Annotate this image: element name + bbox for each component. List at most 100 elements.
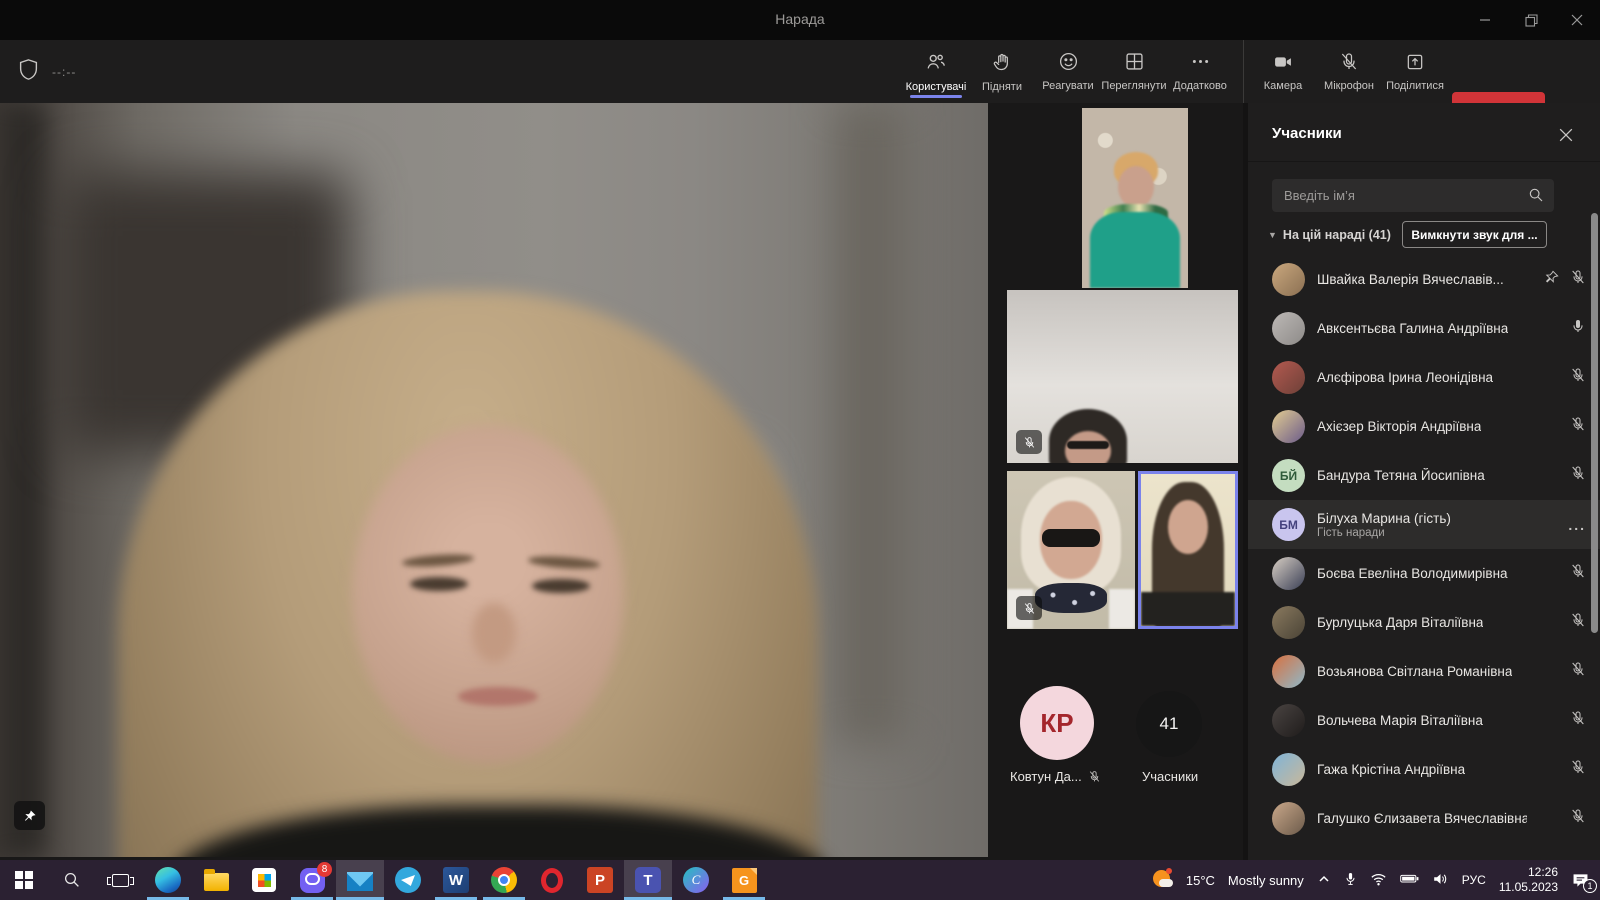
restore-button[interactable]	[1508, 0, 1554, 40]
search-taskbar-button[interactable]	[48, 860, 96, 900]
smiley-icon	[1058, 51, 1079, 77]
active-speaker-video-tile[interactable]	[1138, 471, 1238, 629]
canva-icon: C	[683, 867, 709, 893]
mute-all-button[interactable]: Вимкнути звук для ...	[1402, 221, 1547, 248]
close-window-button[interactable]	[1554, 0, 1600, 40]
weather-temperature[interactable]: 15°C	[1186, 873, 1215, 888]
mic-off-icon[interactable]	[1570, 710, 1586, 731]
overflow-participant-avatar[interactable]: КР	[1020, 686, 1094, 760]
mic-off-icon[interactable]	[1570, 661, 1586, 682]
pin-icon	[24, 809, 36, 821]
participant-avatar	[1272, 312, 1305, 345]
teams-taskbar-button[interactable]: T	[624, 860, 672, 900]
clock[interactable]: 12:26 11.05.2023	[1499, 865, 1558, 895]
pinned-indicator-button[interactable]	[14, 801, 45, 830]
participant-row[interactable]: Гажа Крістіна Андріївна	[1248, 745, 1600, 794]
participant-row[interactable]: Швайка Валерія Вячеславів...	[1248, 255, 1600, 304]
toolbar-tab-додатково[interactable]: Додатково	[1167, 40, 1233, 103]
participant-row[interactable]: Ахієзер Вікторія Андріївна	[1248, 402, 1600, 451]
more-options-icon[interactable]: ...	[1568, 517, 1586, 533]
search-input[interactable]	[1284, 179, 1514, 212]
close-icon	[1571, 14, 1583, 26]
main-video-tile[interactable]	[0, 103, 988, 857]
language-indicator[interactable]: РУС	[1462, 873, 1486, 887]
in-meeting-section-header[interactable]: ▼ На цій нараді (41)	[1268, 228, 1391, 242]
notification-center-button[interactable]: 1	[1571, 872, 1597, 893]
toolbar-tab-підняти[interactable]: Підняти	[969, 40, 1035, 103]
participant-row[interactable]: Вольчева Марія Віталіївна	[1248, 696, 1600, 745]
mic-off-icon[interactable]	[1570, 416, 1586, 437]
opera-taskbar-button[interactable]	[528, 860, 576, 900]
file-explorer-taskbar-button[interactable]	[192, 860, 240, 900]
participant-avatar	[1272, 410, 1305, 443]
grid-icon	[1124, 51, 1145, 77]
participant-row[interactable]: Боєва Евеліна Володимирівна	[1248, 549, 1600, 598]
close-panel-button[interactable]	[1552, 121, 1580, 149]
mic-off-icon[interactable]	[1570, 465, 1586, 486]
device-label: Мікрофон	[1324, 80, 1374, 92]
powerpoint-icon: P	[587, 867, 613, 893]
tray-battery-icon[interactable]	[1400, 872, 1419, 888]
muted-mic-overlay	[1016, 430, 1042, 454]
mic-off-icon[interactable]	[1570, 808, 1586, 829]
mic-off-icon[interactable]	[1570, 759, 1586, 780]
mail-taskbar-button[interactable]	[336, 860, 384, 900]
participant-row[interactable]: БЙ Бандура Тетяна Йосипівна	[1248, 451, 1600, 500]
pdf-app-taskbar-button[interactable]: G	[720, 860, 768, 900]
chrome-icon	[491, 867, 517, 893]
tray-volume-icon[interactable]	[1432, 872, 1449, 889]
toolbar-tab-переглянути[interactable]: Переглянути	[1101, 40, 1167, 103]
minimize-button[interactable]	[1462, 0, 1508, 40]
microsoft-store-taskbar-button[interactable]	[240, 860, 288, 900]
toolbar-tab-користувачі[interactable]: Користувачі	[903, 40, 969, 103]
device-label: Поділитися	[1386, 79, 1444, 92]
system-tray: 15°C Mostly sunny РУС 12:26 11.05.2023 1	[1152, 860, 1600, 900]
task-view-taskbar-button[interactable]	[96, 860, 144, 900]
camera-toggle-button[interactable]: Камера	[1250, 40, 1316, 103]
word-taskbar-button[interactable]: W	[432, 860, 480, 900]
tray-wifi-icon[interactable]	[1370, 872, 1387, 889]
participant-row[interactable]: БМ Білуха Марина (гість) Гість наради...	[1248, 500, 1600, 549]
edge-taskbar-button[interactable]	[144, 860, 192, 900]
canva-taskbar-button[interactable]: C	[672, 860, 720, 900]
pin-icon[interactable]	[1544, 269, 1560, 290]
weather-condition[interactable]: Mostly sunny	[1228, 873, 1304, 888]
start-taskbar-button[interactable]	[0, 860, 48, 900]
micoff-toggle-button[interactable]: Мікрофон	[1316, 40, 1382, 103]
panel-scrollbar[interactable]	[1591, 213, 1598, 633]
muted-mic-overlay	[1016, 596, 1042, 620]
participant-row[interactable]: Бурлуцька Даря Віталіївна	[1248, 598, 1600, 647]
share-toggle-button[interactable]: Поділитися	[1382, 40, 1448, 103]
participant-video-tile[interactable]	[1007, 471, 1135, 629]
participant-video-tile[interactable]	[1082, 108, 1188, 288]
participant-count-badge[interactable]: 41	[1136, 691, 1202, 757]
toolbar-tab-реагувати[interactable]: Реагувати	[1035, 40, 1101, 103]
participant-avatar	[1272, 606, 1305, 639]
telegram-taskbar-button[interactable]	[384, 860, 432, 900]
mic-off-icon[interactable]	[1570, 269, 1586, 290]
tray-mic-icon[interactable]	[1344, 871, 1357, 890]
viber-taskbar-button[interactable]: 8	[288, 860, 336, 900]
mic-off-icon[interactable]	[1570, 612, 1586, 633]
thumbnail-strip: КР 41 Ковтун Да... Учасники	[990, 103, 1243, 860]
powerpoint-taskbar-button[interactable]: P	[576, 860, 624, 900]
device-label: Камера	[1263, 79, 1303, 92]
participant-video-tile[interactable]	[1007, 290, 1238, 463]
toolbar-tabs: Користувачі Підняти Реагувати Переглянути До…	[903, 40, 1233, 103]
mic-off-icon[interactable]	[1570, 563, 1586, 584]
micoff-icon	[1339, 51, 1359, 77]
participant-row[interactable]: Авксентьєва Галина Андріївна	[1248, 304, 1600, 353]
participant-row[interactable]: Возьянова Світлана Романівна	[1248, 647, 1600, 696]
mic-on-icon[interactable]	[1570, 318, 1586, 339]
participant-row[interactable]: Галушко Єлизавета Вячеславівна	[1248, 794, 1600, 843]
participant-name: Авксентьєва Галина Андріївна	[1317, 321, 1509, 336]
chrome-taskbar-button[interactable]	[480, 860, 528, 900]
participant-name: Галушко Єлизавета Вячеславівна	[1317, 811, 1527, 826]
opera-icon	[541, 867, 563, 893]
mic-off-icon[interactable]	[1570, 367, 1586, 388]
participant-row[interactable]: Алєфірова Ірина Леонідівна	[1248, 353, 1600, 402]
participants-panel: Учасники ▼ На цій нараді (41) Вимкнути з…	[1243, 103, 1600, 860]
weather-icon[interactable]	[1152, 868, 1173, 890]
hand-icon	[992, 51, 1012, 78]
tray-chevron-up-icon[interactable]	[1317, 873, 1331, 888]
